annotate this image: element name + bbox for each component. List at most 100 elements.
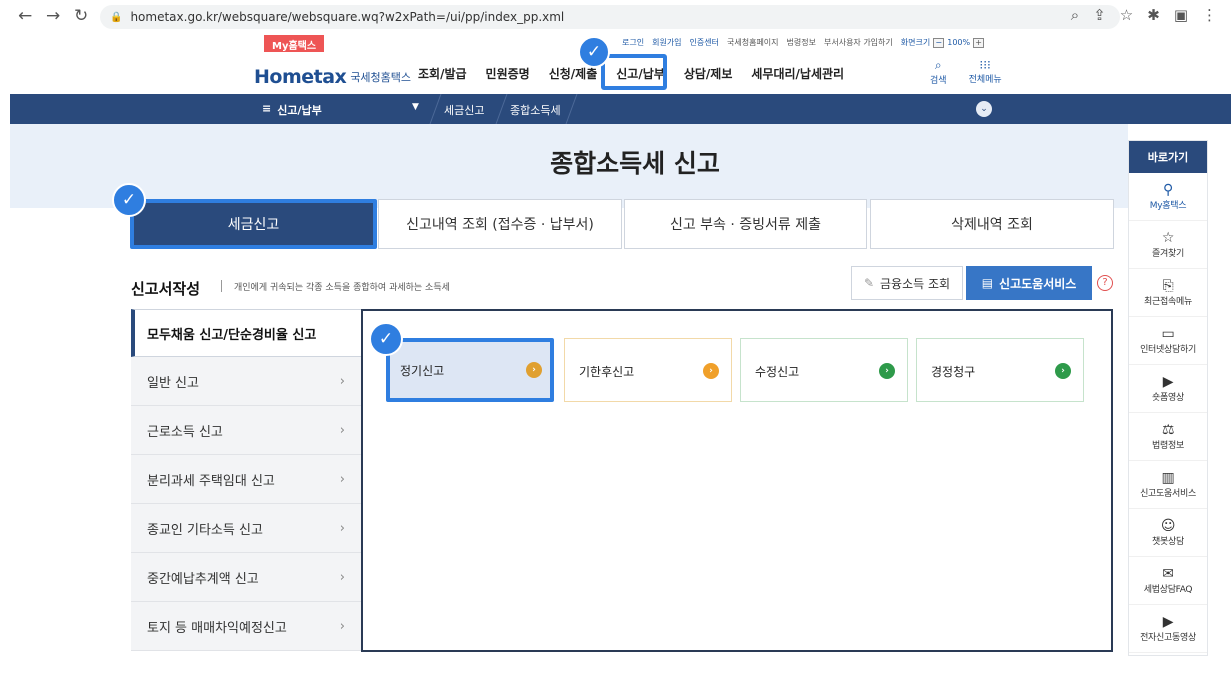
quick-item-label: My홈택스 (1149, 201, 1187, 211)
side-item-label: 일반 신고 (147, 375, 199, 391)
util-screen-size: 화면크기 (900, 38, 931, 47)
util-login[interactable]: 로그인 (622, 37, 644, 48)
help-service-label: 신고도움서비스 (999, 276, 1077, 291)
tab-deleted-history[interactable]: 삭제내역 조회 (870, 199, 1114, 249)
quick-help-service[interactable]: ▥ 신고도움서비스 (1129, 461, 1207, 509)
tab-tax-report[interactable]: 세금신고 (130, 199, 377, 249)
tab-report-history[interactable]: 신고내역 조회 (접수증 · 납부서) (378, 199, 622, 249)
help-service-button[interactable]: ▤ 신고도움서비스 (966, 266, 1092, 300)
chevron-right-icon: › (339, 373, 345, 389)
chatbot-icon: ☺ (1160, 518, 1176, 534)
quick-law[interactable]: ⚖ 법령정보 (1129, 413, 1207, 461)
quick-menu-title: 바로가기 (1129, 141, 1207, 173)
caret-down-icon[interactable]: ▼ (412, 102, 419, 112)
book-icon: ▤ (981, 276, 994, 290)
menu-kebab-icon[interactable]: ⋮ (1202, 6, 1217, 24)
side-item-rental[interactable]: 분리과세 주택임대 신고 › (131, 455, 361, 504)
chevron-right-icon: › (339, 422, 345, 438)
side-item-label: 토지 등 매매차익예정신고 (147, 620, 287, 636)
breadcrumb-level2[interactable]: 종합소득세 (510, 102, 561, 118)
edit-icon: ✎ (863, 276, 874, 290)
address-bar[interactable]: 🔒 hometax.go.kr/websquare/websquare.wq?w… (100, 5, 1120, 29)
quick-menu: 바로가기 ⚲ My홈택스 ☆ 즐겨찾기 ⎘ 최근접속메뉴 ▭ 인터넷상담하기 ▶… (1128, 140, 1208, 656)
section-title: 신고서작성 (131, 280, 201, 298)
side-item-earned-income[interactable]: 근로소득 신고 › (131, 406, 361, 455)
help-question-icon[interactable]: ? (1097, 275, 1113, 291)
finance-income-button[interactable]: ✎ 금융소득 조회 (851, 266, 963, 300)
quick-item-label: 최근접속메뉴 (1144, 297, 1192, 307)
side-menu-active-item[interactable]: 모두채움 신고/단순경비율 신고 (131, 309, 361, 357)
zoom-in-button[interactable]: + (973, 37, 985, 48)
breadcrumb-menu[interactable]: ≡ 신고/납부 (262, 102, 322, 118)
section-divider (221, 280, 222, 292)
play-icon: ▶ (1162, 374, 1174, 390)
quick-my-hometax[interactable]: ⚲ My홈택스 (1129, 173, 1207, 221)
breadcrumb-separator (420, 94, 442, 124)
util-cert[interactable]: 인증센터 (690, 37, 719, 48)
sidebar-icon[interactable]: ▣ (1174, 6, 1188, 24)
util-law[interactable]: 법령정보 (787, 37, 816, 48)
page-title: 종합소득세 신고 (550, 149, 720, 178)
chevron-down-icon[interactable]: ⌄ (976, 101, 992, 117)
card-correction-claim[interactable]: 경정청구 › (916, 338, 1084, 402)
star-icon[interactable]: ☆ (1120, 6, 1133, 24)
hometax-logo[interactable]: Hometax 국세청홈택스 (254, 56, 411, 88)
side-item-label: 종교인 기타소득 신고 (147, 522, 263, 538)
monitor-icon: ▭ (1161, 326, 1175, 342)
forward-icon[interactable]: → (46, 6, 60, 26)
zoom-out-button[interactable]: − (933, 37, 945, 48)
utility-links: 로그인 회원가입 인증센터 국세청홈페이지 법령정보 부서사용자 가입하기 화면… (622, 37, 985, 48)
quick-recent[interactable]: ⎘ 최근접속메뉴 (1129, 269, 1207, 317)
content-panel: 정기신고 › 기한후신고 › 수정신고 › 경정청구 › (361, 309, 1113, 652)
chat-bubble-icon: ✉ (1162, 566, 1174, 582)
side-item-religious[interactable]: 종교인 기타소득 신고 › (131, 504, 361, 553)
gnb-inquiry[interactable]: 조회/발급 (418, 65, 467, 82)
card-label: 기한후신고 (579, 365, 635, 379)
quick-online-consult[interactable]: ▭ 인터넷상담하기 (1129, 317, 1207, 365)
share-icon[interactable]: ⇪ (1093, 6, 1106, 24)
finance-income-label: 금융소득 조회 (880, 276, 951, 291)
util-signup[interactable]: 회원가입 (652, 37, 681, 48)
extensions-icon[interactable]: ✱ (1147, 6, 1160, 24)
quick-item-label: 세법상담FAQ (1143, 585, 1193, 595)
tab-bar: 세금신고 신고내역 조회 (접수증 · 납부서) 신고 부속 · 증빙서류 제출… (130, 199, 1114, 249)
zoom-control: 화면크기 − 100% + (900, 37, 985, 48)
card-amended-report[interactable]: 수정신고 › (740, 338, 908, 402)
browser-toolbar: ← → ↻ 🔒 hometax.go.kr/websquare/websquar… (0, 0, 1231, 34)
breadcrumb-bar: ≡ 신고/납부 ▼ 세금신고 종합소득세 ⌄ (10, 94, 1231, 124)
zoom-icon[interactable]: ⌕ (1071, 6, 1079, 24)
quick-chatbot[interactable]: ☺ 챗봇상담 (1129, 509, 1207, 557)
side-item-label: 분리과세 주택임대 신고 (147, 473, 275, 489)
back-icon[interactable]: ← (18, 6, 32, 26)
quick-shortform[interactable]: ▶ 숏폼영상 (1129, 365, 1207, 413)
side-item-interim[interactable]: 중간예납추계액 신고 › (131, 553, 361, 602)
side-item-land-sale[interactable]: 토지 등 매매차익예정신고 › (131, 602, 361, 651)
header-search[interactable]: ⌕ 검색 (930, 58, 947, 86)
side-item-general[interactable]: 일반 신고 › (131, 357, 361, 406)
quick-item-label: 인터넷상담하기 (1140, 345, 1196, 355)
card-regular-report[interactable]: 정기신고 › (386, 338, 554, 402)
tab-attachment-submit[interactable]: 신고 부속 · 증빙서류 제출 (624, 199, 867, 249)
gnb-consult[interactable]: 상담/제보 (684, 65, 733, 82)
chevron-right-icon: › (339, 471, 345, 487)
utility-row: My홈택스 로그인 회원가입 인증센터 국세청홈페이지 법령정보 부서사용자 가… (10, 34, 1231, 54)
gnb-certificate[interactable]: 민원증명 (486, 65, 530, 82)
quick-item-label: 숏폼영상 (1152, 393, 1184, 403)
reload-icon[interactable]: ↻ (74, 6, 88, 26)
card-late-report[interactable]: 기한후신고 › (564, 338, 732, 402)
breadcrumb-level1[interactable]: 세금신고 (444, 102, 484, 118)
main-header: Hometax 국세청홈택스 조회/발급 민원증명 신청/제출 신고/납부 상담… (10, 52, 1231, 94)
util-dept-user[interactable]: 부서사용자 가입하기 (824, 37, 893, 48)
chevron-right-icon: › (339, 618, 345, 634)
util-nts-home[interactable]: 국세청홈페이지 (727, 37, 779, 48)
gnb-tax-agent[interactable]: 세무대리/납세관리 (751, 65, 844, 82)
grid-icon: ⁝⁝⁝ (979, 58, 991, 72)
quick-faq[interactable]: ✉ 세법상담FAQ (1129, 557, 1207, 605)
check-badge-card-icon: ✓ (369, 322, 403, 356)
chevron-right-icon: › (339, 569, 345, 585)
card-label: 경정청구 (931, 365, 976, 379)
all-menu-label: 전체메뉴 (968, 75, 1002, 85)
quick-favorites[interactable]: ☆ 즐겨찾기 (1129, 221, 1207, 269)
header-all-menu[interactable]: ⁝⁝⁝ 전체메뉴 (969, 58, 1002, 86)
quick-e-report-video[interactable]: ▶ 전자신고동영상 (1129, 605, 1207, 653)
